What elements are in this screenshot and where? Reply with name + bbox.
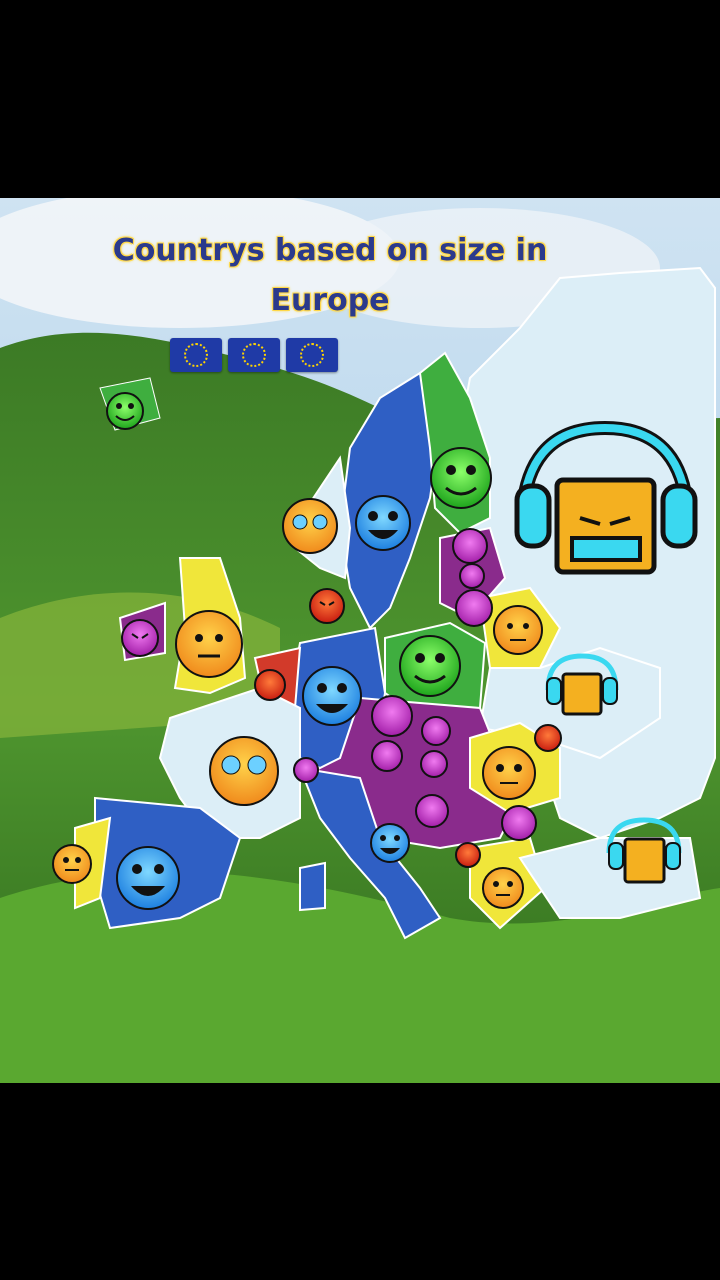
map-image: Countrys based on size in Europe	[0, 198, 720, 1083]
hard-face-icon	[482, 867, 524, 909]
insane-face-icon	[455, 589, 493, 627]
normal-face-icon	[370, 823, 410, 863]
easy-face-icon	[106, 392, 144, 430]
insane-face-icon	[452, 528, 488, 564]
easy-face-icon	[430, 447, 492, 509]
hard-face-icon	[209, 736, 279, 806]
harder-face-icon	[309, 588, 345, 624]
flag-row	[170, 338, 338, 372]
insane-face-icon	[415, 794, 449, 828]
insane-face-icon	[371, 695, 413, 737]
europe-map	[0, 198, 720, 1083]
harder-face-icon	[534, 724, 562, 752]
letterbox-bottom	[0, 1083, 720, 1280]
eu-flag-icon	[170, 338, 222, 372]
page-title: Countrys based on size in Europe	[112, 233, 548, 318]
insane-face-icon	[421, 716, 451, 746]
insane-face-icon	[420, 750, 448, 778]
easy-face-icon	[399, 635, 461, 697]
normal-face-icon	[355, 495, 411, 551]
letterbox-top	[0, 0, 720, 198]
insane-face-icon	[501, 805, 537, 841]
insane-face-icon	[293, 757, 319, 783]
hard-face-icon	[175, 610, 243, 678]
eu-flag-icon	[286, 338, 338, 372]
hard-face-icon	[493, 605, 543, 655]
harder-face-icon	[254, 669, 286, 701]
hard-face-icon	[52, 844, 92, 884]
insane-face-icon	[121, 619, 159, 657]
normal-face-icon	[302, 666, 362, 726]
hard-face-icon	[482, 746, 536, 800]
hard-face-icon	[282, 498, 338, 554]
harder-face-icon	[455, 842, 481, 868]
normal-face-icon	[116, 846, 180, 910]
sardinia	[299, 861, 326, 912]
eu-flag-icon	[228, 338, 280, 372]
insane-face-icon	[459, 563, 485, 589]
insane-face-icon	[371, 740, 403, 772]
